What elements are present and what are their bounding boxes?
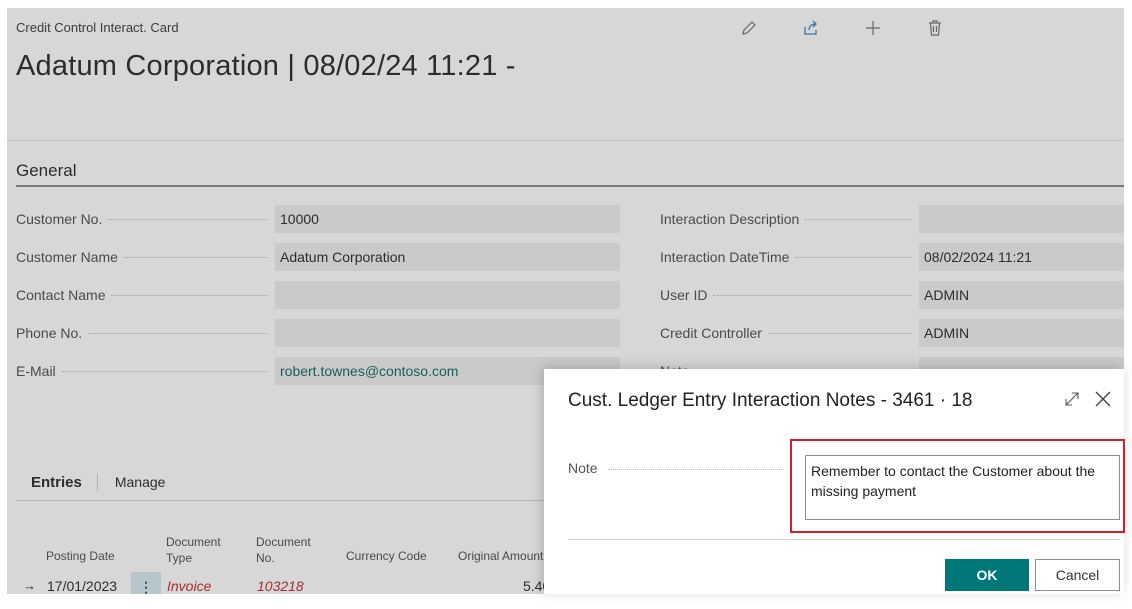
cancel-button[interactable]: Cancel [1035, 559, 1120, 591]
ok-button[interactable]: OK [945, 559, 1029, 591]
note-label: Note [568, 460, 598, 476]
dialog-divider [568, 539, 1120, 540]
expand-icon[interactable] [1062, 389, 1082, 409]
close-icon[interactable] [1092, 388, 1114, 410]
note-leader-dots [608, 469, 784, 470]
note-textarea[interactable]: Remember to contact the Customer about t… [805, 455, 1120, 520]
dialog-title: Cust. Ledger Entry Interaction Notes - 3… [568, 390, 973, 411]
notes-dialog: Cust. Ledger Entry Interaction Notes - 3… [544, 369, 1125, 594]
